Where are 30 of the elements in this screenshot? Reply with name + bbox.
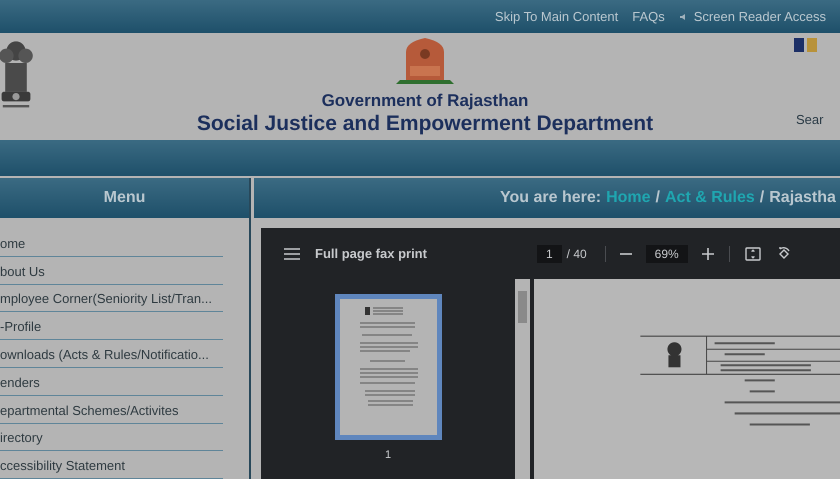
breadcrumb-separator: / (760, 188, 764, 208)
screen-reader-link[interactable]: Screen Reader Access (678, 6, 826, 26)
breadcrumb-separator: / (656, 188, 660, 208)
menu-item[interactable]: ownloads (Acts & Rules/Notificatio... (0, 346, 209, 363)
search-label: Sear (796, 111, 824, 129)
government-title: Government of Rajasthan (322, 91, 528, 111)
menu-item[interactable]: bout Us (0, 264, 45, 280)
menu-item[interactable]: epartmental Schemes/Activites (0, 402, 178, 419)
contrast-swatch[interactable] (807, 38, 817, 52)
top-link[interactable]: FAQs (632, 6, 665, 26)
fit-page-icon[interactable] (744, 246, 761, 260)
menu-item[interactable]: mployee Corner(Seniority List/Tran... (0, 291, 212, 308)
page-number-field[interactable]: 1 (536, 244, 562, 262)
menu-item[interactable]: -Profile (0, 319, 42, 336)
breadcrumb-label: You are here: (500, 188, 602, 208)
menu-item[interactable]: irectory (0, 430, 43, 446)
page-total: / 40 (566, 246, 587, 262)
zoom-field[interactable]: 69% (646, 244, 688, 262)
menu-heading: Menu (0, 178, 249, 218)
menu-icon[interactable] (284, 248, 300, 260)
top-link[interactable]: Skip To Main Content (494, 6, 618, 26)
menu-item[interactable]: ccessibility Statement (0, 458, 125, 474)
menu-item[interactable]: ome (0, 236, 26, 252)
document-title: Full page fax print (315, 244, 427, 263)
breadcrumb-current: Rajastha (769, 188, 836, 208)
thumbnail-label: 1 (384, 448, 392, 463)
menu-item[interactable]: enders (0, 374, 40, 391)
contrast-swatch[interactable] (794, 38, 804, 52)
zoom-in-icon[interactable] (702, 248, 714, 260)
department-title: Social Justice and Empowerment Department (196, 111, 654, 137)
